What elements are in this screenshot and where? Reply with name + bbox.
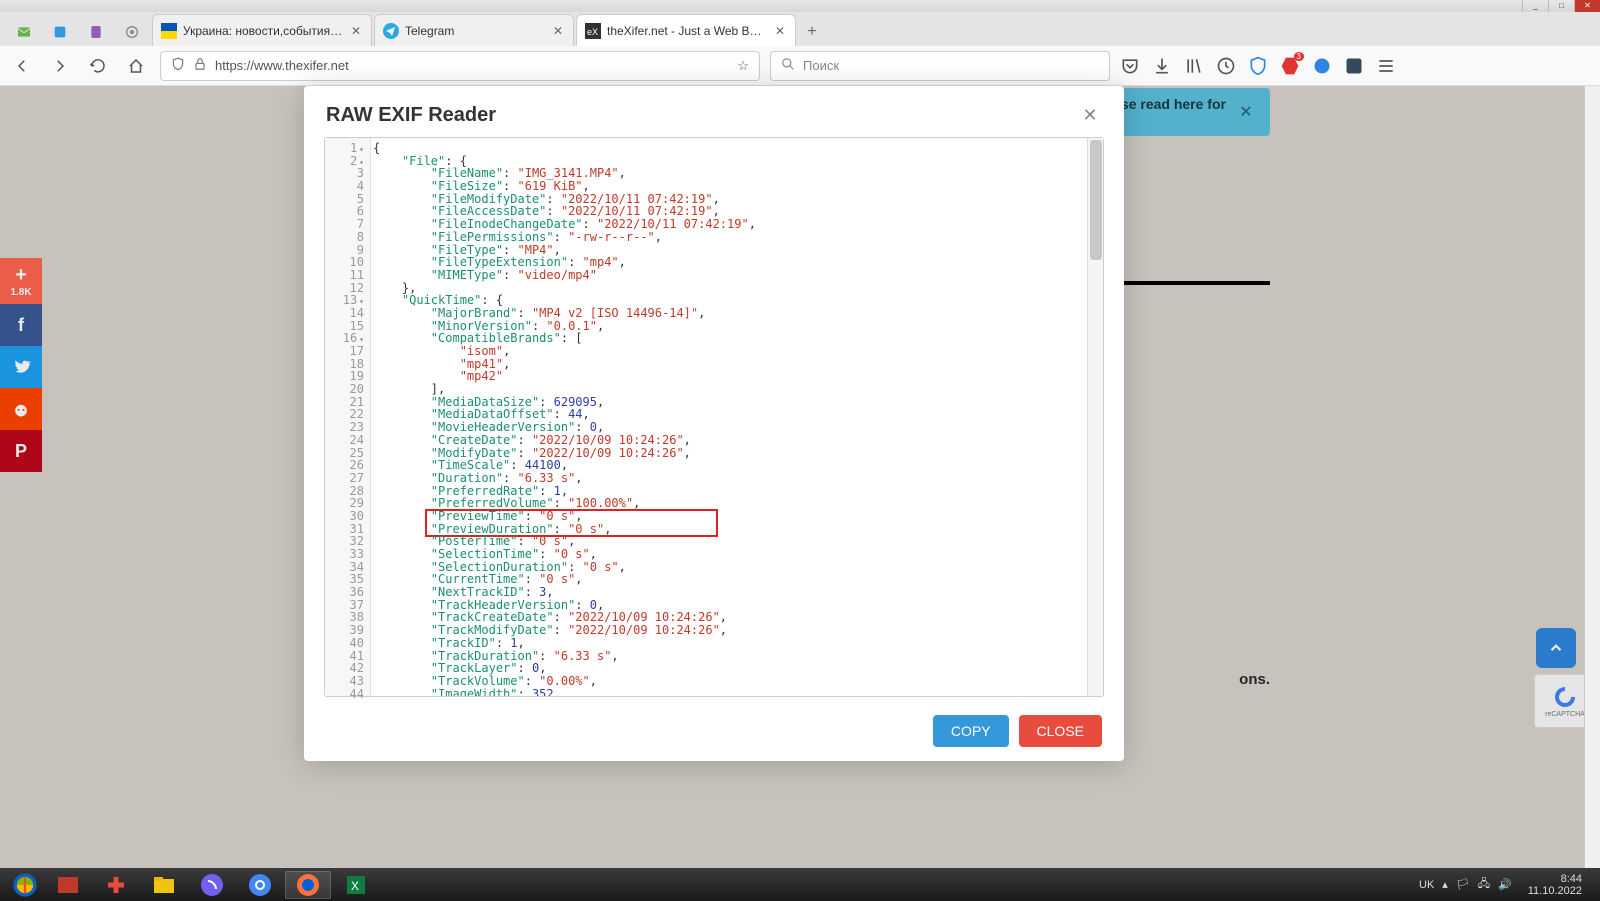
scrollbar-thumb[interactable] — [1090, 140, 1102, 260]
exif-modal: RAW EXIF Reader ✕ 1234567891011121314151… — [304, 86, 1124, 761]
window-close[interactable]: ✕ — [1574, 0, 1600, 12]
close-icon[interactable]: ✕ — [773, 24, 787, 38]
tray-volume-icon[interactable]: 🔊 — [1498, 878, 1512, 891]
extension-icon[interactable] — [1312, 56, 1332, 76]
adblock-icon[interactable]: 3 — [1280, 56, 1300, 76]
lock-icon[interactable] — [193, 57, 207, 74]
reload-button[interactable] — [84, 52, 112, 80]
code-scrollbar[interactable] — [1087, 138, 1103, 696]
search-bar[interactable]: Поиск — [770, 51, 1110, 81]
toolbar-icons: 3 — [1120, 56, 1396, 76]
window-titlebar: _ □ ✕ — [0, 0, 1600, 12]
favicon-telegram — [383, 23, 399, 39]
pocket-icon[interactable] — [1120, 56, 1140, 76]
browser-tab-0[interactable]: Украина: новости,события, по ✕ — [152, 14, 372, 46]
line-gutter: 1234567891011121314151617181920212223242… — [325, 138, 371, 696]
back-button[interactable] — [8, 52, 36, 80]
browser-chrome: Украина: новости,события, по ✕ Telegram … — [0, 12, 1600, 86]
task-chrome[interactable] — [237, 871, 283, 899]
favicon-exifer: eX — [585, 23, 601, 39]
start-button[interactable] — [6, 871, 44, 899]
history-icon[interactable] — [1216, 56, 1236, 76]
pinned-tab-3[interactable] — [80, 18, 112, 46]
tray-clock[interactable]: 8:44 11.10.2022 — [1520, 873, 1590, 897]
window-minimize[interactable]: _ — [1522, 0, 1548, 12]
pinned-tab-2[interactable] — [44, 18, 76, 46]
forward-button[interactable] — [46, 52, 74, 80]
browser-tab-2[interactable]: eX theXifer.net - Just a Web Based ✕ — [576, 14, 796, 46]
extension-icon-2[interactable] — [1344, 56, 1364, 76]
tab-bar: Украина: новости,события, по ✕ Telegram … — [0, 12, 1600, 46]
tab-label: Telegram — [405, 24, 545, 38]
library-icon[interactable] — [1184, 56, 1204, 76]
window-maximize[interactable]: □ — [1548, 0, 1574, 12]
tab-label: Украина: новости,события, по — [183, 24, 343, 38]
task-app-1[interactable] — [45, 871, 91, 899]
task-excel[interactable]: X — [333, 871, 379, 899]
pinned-tab-4[interactable] — [116, 18, 148, 46]
code-viewer[interactable]: 1234567891011121314151617181920212223242… — [324, 137, 1104, 697]
badge-count: 3 — [1294, 52, 1304, 61]
shield-icon[interactable] — [171, 57, 185, 74]
system-tray: UK ▴ 🏳 🖧 🔊 8:44 11.10.2022 — [1419, 873, 1594, 897]
modal-title: RAW EXIF Reader — [326, 104, 1078, 127]
close-button[interactable]: CLOSE — [1019, 715, 1102, 747]
copy-button[interactable]: COPY — [933, 715, 1009, 747]
code-content: { "File": { "FileName": "IMG_3141.MP4", … — [371, 138, 1103, 696]
tray-chevron-icon[interactable]: ▴ — [1442, 878, 1448, 891]
protection-icon[interactable] — [1248, 56, 1268, 76]
browser-tab-1[interactable]: Telegram ✕ — [374, 14, 574, 46]
task-explorer[interactable] — [141, 871, 187, 899]
taskbar: X UK ▴ 🏳 🖧 🔊 8:44 11.10.2022 — [0, 868, 1600, 901]
download-icon[interactable] — [1152, 56, 1172, 76]
home-button[interactable] — [122, 52, 150, 80]
close-icon[interactable]: ✕ — [349, 24, 363, 38]
tab-label: theXifer.net - Just a Web Based — [607, 24, 767, 38]
new-tab-button[interactable]: + — [798, 18, 826, 46]
favicon-ua — [161, 23, 177, 39]
page-scrollbar[interactable] — [1584, 86, 1600, 868]
modal-close-x[interactable]: ✕ — [1078, 105, 1102, 126]
svg-text:eX: eX — [587, 27, 598, 37]
search-placeholder: Поиск — [803, 58, 839, 73]
url-bar[interactable]: https://www.thexifer.net ☆ — [160, 51, 760, 81]
task-firefox[interactable] — [285, 871, 331, 899]
tray-network-icon[interactable]: 🖧 — [1478, 875, 1490, 894]
url-text: https://www.thexifer.net — [215, 58, 729, 73]
bookmark-star-icon[interactable]: ☆ — [737, 58, 749, 74]
tray-flag-icon[interactable]: 🏳 — [1456, 878, 1470, 891]
task-app-2[interactable] — [93, 871, 139, 899]
nav-bar: https://www.thexifer.net ☆ Поиск 3 — [0, 46, 1600, 86]
page-area: +1.8K f P i August 15, 2022 Update: We r… — [0, 86, 1600, 868]
search-icon — [781, 57, 795, 74]
close-icon[interactable]: ✕ — [551, 24, 565, 38]
pinned-tab-mail[interactable] — [8, 18, 40, 46]
task-viber[interactable] — [189, 871, 235, 899]
svg-text:X: X — [351, 879, 359, 893]
tray-lang[interactable]: UK — [1419, 879, 1434, 891]
menu-icon[interactable] — [1376, 56, 1396, 76]
